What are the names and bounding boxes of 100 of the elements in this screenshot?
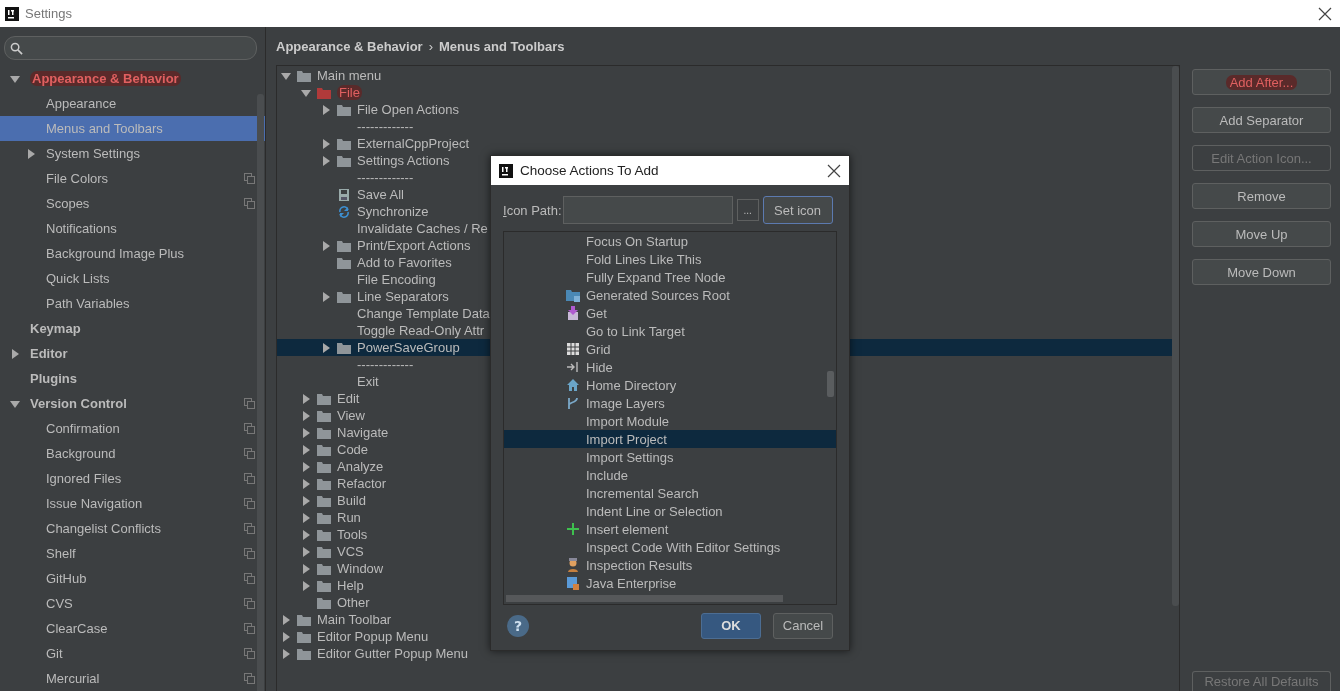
scrollbar[interactable] bbox=[1172, 66, 1179, 606]
action-item[interactable]: Include bbox=[586, 467, 628, 483]
collapsed-arrow-icon[interactable] bbox=[321, 138, 331, 149]
sidebar-item[interactable]: Git bbox=[46, 646, 63, 661]
tree-item[interactable]: Other bbox=[337, 595, 370, 610]
action-item[interactable]: Grid bbox=[586, 341, 611, 357]
action-item[interactable]: Inspect Code With Editor Settings bbox=[586, 539, 781, 555]
collapsed-arrow-icon[interactable] bbox=[301, 444, 311, 455]
tree-item[interactable]: Toggle Read-Only Attr bbox=[357, 323, 485, 338]
action-item[interactable]: Fold Lines Like This bbox=[586, 251, 702, 267]
collapsed-arrow-icon[interactable] bbox=[321, 240, 331, 251]
tree-item[interactable]: Editor Popup Menu bbox=[317, 629, 429, 644]
action-item[interactable]: Java Enterprise bbox=[586, 575, 677, 591]
tree-item[interactable]: ExternalCppProject bbox=[357, 136, 469, 151]
collapsed-arrow-icon[interactable] bbox=[26, 148, 36, 159]
collapsed-arrow-icon[interactable] bbox=[301, 563, 311, 574]
tree-item[interactable]: Navigate bbox=[337, 425, 389, 440]
tree-item[interactable]: Main menu bbox=[317, 68, 382, 83]
action-item[interactable]: Import Settings bbox=[586, 449, 674, 465]
tree-item[interactable]: Build bbox=[337, 493, 366, 508]
sidebar-item[interactable]: Confirmation bbox=[46, 421, 120, 436]
action-button[interactable]: Remove bbox=[1192, 183, 1331, 209]
tree-item[interactable]: File Open Actions bbox=[357, 102, 459, 117]
tree-item[interactable]: ------------- bbox=[357, 357, 414, 372]
collapsed-arrow-icon[interactable] bbox=[281, 648, 291, 659]
tree-item[interactable]: Line Separators bbox=[357, 289, 449, 304]
sidebar-item[interactable]: ClearCase bbox=[46, 621, 108, 636]
sidebar-item[interactable]: System Settings bbox=[46, 146, 140, 161]
tree-item[interactable]: Main Toolbar bbox=[317, 612, 392, 627]
action-item[interactable]: Fully Expand Tree Node bbox=[586, 269, 726, 285]
tree-item[interactable]: Editor Gutter Popup Menu bbox=[317, 646, 469, 661]
sidebar-item[interactable]: Appearance bbox=[46, 96, 117, 111]
browse-button[interactable]: ... bbox=[736, 199, 759, 221]
tree-item[interactable]: Synchronize bbox=[357, 204, 429, 219]
sidebar-item[interactable]: Ignored Files bbox=[46, 471, 122, 486]
tree-item[interactable]: Change Template Data bbox=[357, 306, 490, 321]
action-item[interactable]: Incremental Search bbox=[586, 485, 699, 501]
sidebar-item[interactable]: Shelf bbox=[46, 546, 76, 561]
collapsed-arrow-icon[interactable] bbox=[301, 512, 311, 523]
action-item[interactable]: Import Module bbox=[586, 413, 670, 429]
collapsed-arrow-icon[interactable] bbox=[10, 348, 20, 359]
tree-item[interactable]: Edit bbox=[337, 391, 360, 406]
tree-item[interactable]: Refactor bbox=[337, 476, 387, 491]
collapsed-arrow-icon[interactable] bbox=[301, 427, 311, 438]
action-item[interactable]: Indent Line or Selection bbox=[586, 503, 723, 519]
close-icon[interactable] bbox=[1318, 6, 1332, 21]
collapsed-arrow-icon[interactable] bbox=[281, 614, 291, 625]
sidebar-item[interactable]: Mercurial bbox=[46, 671, 100, 686]
action-button[interactable]: Move Down bbox=[1192, 259, 1331, 285]
tree-item[interactable]: ------------- bbox=[357, 119, 414, 134]
action-item[interactable]: Hide bbox=[586, 359, 613, 375]
action-item[interactable]: Go to Link Target bbox=[586, 323, 685, 339]
set-icon-button[interactable]: Set icon bbox=[762, 196, 833, 224]
collapsed-arrow-icon[interactable] bbox=[301, 410, 311, 421]
sidebar-item[interactable]: Editor bbox=[30, 346, 68, 361]
action-item[interactable]: Generated Sources Root bbox=[586, 287, 730, 303]
collapsed-arrow-icon[interactable] bbox=[321, 155, 331, 166]
collapsed-arrow-icon[interactable] bbox=[301, 495, 311, 506]
action-item[interactable]: Home Directory bbox=[586, 377, 677, 393]
action-item[interactable]: Import Project bbox=[586, 431, 667, 447]
sidebar-item[interactable]: Quick Lists bbox=[46, 271, 110, 286]
sidebar-item[interactable]: Keymap bbox=[30, 321, 81, 336]
collapsed-arrow-icon[interactable] bbox=[301, 461, 311, 472]
tree-item[interactable]: Window bbox=[337, 561, 384, 576]
collapsed-arrow-icon[interactable] bbox=[321, 342, 331, 353]
collapsed-arrow-icon[interactable] bbox=[301, 580, 311, 591]
collapsed-arrow-icon[interactable] bbox=[321, 104, 331, 115]
expanded-arrow-icon[interactable] bbox=[281, 70, 291, 81]
sidebar-item[interactable]: File Colors bbox=[46, 171, 109, 186]
tree-item[interactable]: ------------- bbox=[357, 170, 414, 185]
action-button[interactable]: Add Separator bbox=[1192, 107, 1331, 133]
help-button[interactable]: ? bbox=[507, 614, 529, 637]
icon-path-field[interactable] bbox=[562, 196, 733, 224]
tree-item[interactable]: Tools bbox=[337, 527, 368, 542]
action-item[interactable]: Inspection Results bbox=[586, 557, 693, 573]
scrollbar[interactable] bbox=[506, 595, 783, 602]
expanded-arrow-icon[interactable] bbox=[301, 87, 311, 98]
tree-item[interactable]: Invalidate Caches / Re bbox=[357, 221, 488, 236]
expanded-arrow-icon[interactable] bbox=[10, 73, 20, 84]
tree-item[interactable]: Settings Actions bbox=[357, 153, 450, 168]
expanded-arrow-icon[interactable] bbox=[10, 398, 20, 409]
sidebar-item[interactable]: Scopes bbox=[46, 196, 90, 211]
sidebar-item[interactable]: Issue Navigation bbox=[46, 496, 143, 511]
scrollbar[interactable] bbox=[257, 94, 264, 691]
tree-item[interactable]: Run bbox=[337, 510, 361, 525]
action-button[interactable]: Add After... bbox=[1192, 69, 1331, 95]
collapsed-arrow-icon[interactable] bbox=[301, 478, 311, 489]
tree-item[interactable]: Analyze bbox=[337, 459, 384, 474]
sidebar-item[interactable]: Background Image Plus bbox=[46, 246, 185, 261]
ok-button[interactable]: OK bbox=[701, 612, 761, 639]
tree-item[interactable]: VCS bbox=[337, 544, 364, 559]
cancel-button[interactable]: Cancel bbox=[773, 612, 833, 639]
collapsed-arrow-icon[interactable] bbox=[281, 631, 291, 642]
scrollbar[interactable] bbox=[827, 371, 834, 397]
tree-item[interactable]: Add to Favorites bbox=[357, 255, 452, 270]
collapsed-arrow-icon[interactable] bbox=[301, 393, 311, 404]
sidebar-item[interactable]: CVS bbox=[46, 596, 73, 611]
sidebar-item[interactable]: Version Control bbox=[30, 396, 127, 411]
action-item[interactable]: Get bbox=[586, 305, 607, 321]
sidebar-item[interactable]: Appearance & Behavior bbox=[30, 71, 181, 86]
